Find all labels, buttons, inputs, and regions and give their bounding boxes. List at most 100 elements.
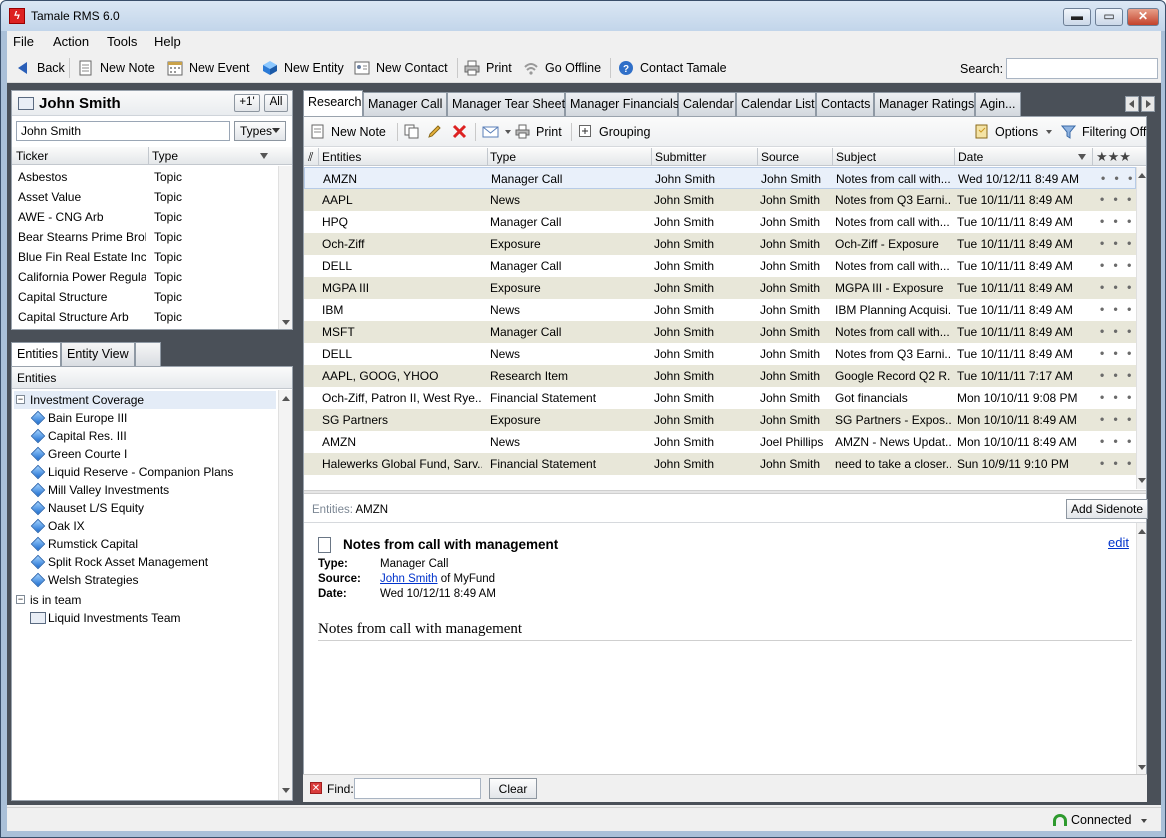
tab-entity-view[interactable]: Entity View: [61, 342, 135, 366]
rating-dots[interactable]: • • •: [1100, 214, 1134, 228]
tree-item[interactable]: Green Courte I: [28, 445, 274, 463]
connection-status[interactable]: Connected: [1071, 813, 1147, 827]
sort-arrow-icon[interactable]: [1078, 154, 1086, 160]
rating-dots[interactable]: • • •: [1100, 456, 1134, 470]
options-button[interactable]: Options: [974, 124, 1053, 139]
list-row[interactable]: AMZN News John Smith Joel Phillips AMZN - Ne…: [304, 431, 1136, 453]
list-row[interactable]: AAPL, GOOG, YHOO Research Item John Smith J…: [304, 365, 1136, 387]
scroll-down-icon[interactable]: [1138, 478, 1146, 483]
tree-item[interactable]: Split Rock Asset Management: [28, 553, 274, 571]
minimize-button[interactable]: ▬: [1063, 8, 1091, 26]
tree-item[interactable]: Liquid Reserve - Companion Plans: [28, 463, 274, 481]
list-row[interactable]: AAPL News John Smith John Smith Notes from Q…: [304, 189, 1136, 211]
search-input[interactable]: [1006, 58, 1158, 79]
tree-item[interactable]: Welsh Strategies: [28, 571, 274, 589]
list-row[interactable]: SG Partners Exposure John Smith John Smith S…: [304, 409, 1136, 431]
list-row[interactable]: MSFT Manager Call John Smith John Smith Note…: [304, 321, 1136, 343]
col-submitter[interactable]: Submitter: [655, 150, 706, 164]
list-scrollbar[interactable]: [1136, 167, 1146, 489]
tab-manager-call[interactable]: Manager Call: [363, 92, 447, 116]
ticker-row[interactable]: Bear Stearns Prime Brok Topic: [12, 227, 278, 247]
list-row[interactable]: DELL Manager Call John Smith John Smith Note…: [304, 255, 1136, 277]
scroll-up-icon[interactable]: [1138, 529, 1146, 534]
plus-one-button[interactable]: +1': [234, 94, 260, 112]
print-button[interactable]: Print: [515, 124, 562, 139]
col-ticker[interactable]: Ticker: [16, 149, 48, 163]
tree-item[interactable]: Capital Res. III: [28, 427, 274, 445]
tree-item[interactable]: Liquid Investments Team: [28, 609, 274, 627]
tab-manager-financials[interactable]: Manager Financials: [565, 92, 679, 116]
all-button[interactable]: All: [264, 94, 288, 112]
tab-blank[interactable]: [135, 342, 161, 366]
scroll-down-icon[interactable]: [1138, 765, 1146, 770]
tab-calendar[interactable]: Calendar: [678, 92, 736, 116]
ticker-row[interactable]: Blue Fin Real Estate Inc. Topic: [12, 247, 278, 267]
filtering-button[interactable]: Filtering Off: [1060, 124, 1146, 139]
go-offline-button[interactable]: Go Offline: [523, 59, 601, 77]
list-row[interactable]: MGPA III Exposure John Smith John Smith MGPA…: [304, 277, 1136, 299]
rating-dots[interactable]: • • •: [1100, 412, 1134, 426]
tree-item[interactable]: Mill Valley Investments: [28, 481, 274, 499]
person-filter-input[interactable]: John Smith: [16, 121, 230, 141]
edit-button[interactable]: [427, 124, 448, 139]
tree-group-is-in-team[interactable]: − is in team: [14, 591, 276, 609]
col-source[interactable]: Source: [761, 150, 799, 164]
find-input[interactable]: [354, 778, 481, 799]
list-row[interactable]: DELL News John Smith John Smith Notes from Q…: [304, 343, 1136, 365]
edit-link[interactable]: edit: [1108, 535, 1129, 550]
add-sidenote-button[interactable]: Add Sidenote: [1066, 499, 1148, 519]
tree-group-investment-coverage[interactable]: − Investment Coverage: [14, 391, 276, 409]
rating-dots[interactable]: • • •: [1101, 171, 1135, 185]
menu-file[interactable]: File: [13, 34, 34, 49]
delete-button[interactable]: [452, 124, 473, 139]
clear-button[interactable]: Clear: [489, 778, 537, 799]
rating-dots[interactable]: • • •: [1100, 368, 1134, 382]
new-contact-button[interactable]: New Contact: [354, 59, 448, 77]
ticker-row[interactable]: California Power Regulat Topic: [12, 267, 278, 287]
tree-item[interactable]: Nauset L/S Equity: [28, 499, 274, 517]
rating-dots[interactable]: • • •: [1100, 236, 1134, 250]
ticker-row[interactable]: Asbestos Topic: [12, 167, 278, 187]
rating-dots[interactable]: • • •: [1100, 346, 1134, 360]
scroll-down-icon[interactable]: [282, 320, 290, 325]
rating-dots[interactable]: • • •: [1100, 324, 1134, 338]
col-entities[interactable]: Entities: [322, 150, 361, 164]
collapse-toggle-icon[interactable]: −: [16, 395, 25, 404]
scroll-up-icon[interactable]: [1138, 173, 1146, 178]
collapse-toggle-icon[interactable]: −: [16, 595, 25, 604]
tab-manager-ratings[interactable]: Manager Ratings: [874, 92, 975, 116]
tab-calendar-list[interactable]: Calendar List: [736, 92, 816, 116]
tab-contacts[interactable]: Contacts: [816, 92, 874, 116]
print-button[interactable]: Print: [464, 59, 512, 77]
ticker-row[interactable]: Capital Structure Topic: [12, 287, 278, 307]
scroll-up-icon[interactable]: [282, 396, 290, 401]
new-entity-button[interactable]: New Entity: [262, 59, 344, 77]
list-row[interactable]: IBM News John Smith John Smith IBM Planning …: [304, 299, 1136, 321]
rating-dots[interactable]: • • •: [1100, 390, 1134, 404]
types-dropdown[interactable]: Types: [234, 121, 286, 141]
pane-splitter[interactable]: [304, 490, 1146, 494]
col-subject[interactable]: Subject: [836, 150, 876, 164]
maximize-button[interactable]: ▭: [1095, 8, 1123, 26]
ticker-row[interactable]: Asset Value Topic: [12, 187, 278, 207]
new-note-button[interactable]: New Note: [78, 59, 155, 77]
ticker-row[interactable]: Check TransactionTopic: [12, 327, 278, 329]
close-button[interactable]: ✕: [1127, 8, 1159, 26]
entities-scrollbar[interactable]: [278, 390, 292, 800]
filter-arrow-icon[interactable]: [260, 153, 268, 159]
col-type[interactable]: Type: [490, 150, 516, 164]
tab-research[interactable]: Research: [303, 90, 363, 116]
email-button[interactable]: [482, 124, 511, 139]
rating-dots[interactable]: • • •: [1100, 302, 1134, 316]
col-date[interactable]: Date: [958, 150, 983, 164]
rating-dots[interactable]: • • •: [1100, 434, 1134, 448]
col-type[interactable]: Type: [152, 149, 178, 163]
ticker-row[interactable]: Capital Structure Arb Topic: [12, 307, 278, 327]
grouping-button[interactable]: Grouping: [578, 124, 650, 139]
menu-action[interactable]: Action: [53, 34, 89, 49]
list-row[interactable]: AMZN Manager Call John Smith John Smith Note…: [304, 167, 1136, 189]
scroll-down-icon[interactable]: [282, 788, 290, 793]
list-row[interactable]: Halewerks Global Fund, Sarv... Financial …: [304, 453, 1136, 475]
source-link[interactable]: John Smith: [380, 573, 438, 585]
list-row[interactable]: Och-Ziff Exposure John Smith John Smith Och-…: [304, 233, 1136, 255]
